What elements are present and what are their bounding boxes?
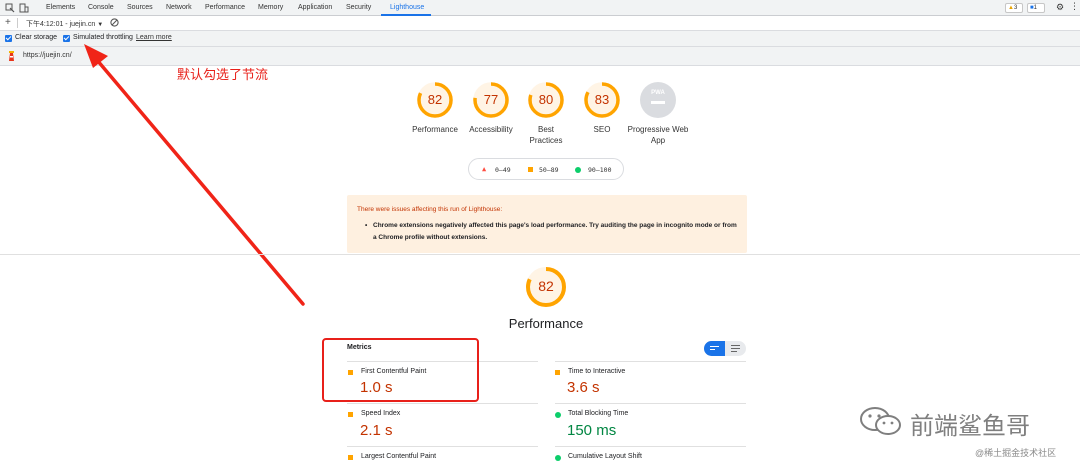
category-gauge[interactable]: PWA Progressive Web App: [628, 81, 688, 146]
average-square-icon: [528, 167, 533, 172]
compact-view-button[interactable]: [704, 341, 725, 356]
metric-tti-value: 3.6 s: [567, 379, 600, 396]
metric-divider: [347, 446, 538, 447]
pwa-badge-icon: [640, 82, 676, 118]
watermark-site: @稀土掘金技术社区: [975, 448, 1057, 458]
gauge-label: Progressive Web App: [627, 125, 689, 145]
metric-divider: [555, 403, 746, 404]
warning-item: • Chrome extensions negatively affected …: [365, 220, 739, 244]
average-square-icon: [555, 370, 560, 375]
metric-divider: [555, 446, 746, 447]
performance-score: 82: [538, 278, 554, 294]
bullet: •: [365, 222, 368, 229]
metric-divider: [347, 403, 538, 404]
metric-si-value: 2.1 s: [360, 422, 393, 439]
pass-circle-icon: [575, 167, 581, 173]
category-gauge[interactable]: 80 Best Practices: [516, 81, 576, 146]
average-square-icon: [348, 455, 353, 460]
pass-circle-icon: [555, 455, 561, 461]
gauge-ring: 77: [472, 81, 510, 119]
performance-gauge: 82: [525, 266, 567, 308]
wechat-logo-icon: [860, 407, 901, 435]
category-gauge[interactable]: 77 Accessibility: [461, 81, 521, 135]
average-square-icon: [348, 412, 353, 417]
section-divider: [0, 254, 1080, 255]
expanded-view-button[interactable]: [725, 341, 746, 356]
legend-high: 90–100: [588, 166, 612, 174]
metric-tbt-value: 150 ms: [567, 422, 617, 439]
metric-divider: [555, 361, 746, 362]
gauge-ring: 80: [527, 81, 565, 119]
gauge-score: 82: [427, 92, 443, 107]
watermark-brand: 前端鲨鱼哥: [910, 412, 1030, 440]
pass-circle-icon: [555, 412, 561, 418]
metrics-view-toggle[interactable]: [704, 341, 746, 356]
runtime-warning-box: There were issues affecting this run of …: [347, 195, 747, 253]
legend-mid: 50–89: [539, 166, 559, 174]
list-compact-icon: [710, 346, 719, 350]
score-legend: ▲ 0–49 50–89 90–100: [468, 158, 624, 180]
gauge-ring: 83: [583, 81, 621, 119]
highlight-box: [322, 338, 479, 402]
pwa-badge-text: PWA: [651, 90, 665, 96]
metric-tbt-label: Total Blocking Time: [568, 410, 629, 417]
gauge-score: 80: [538, 92, 554, 107]
gauge-ring: 82: [416, 81, 454, 119]
performance-title: Performance: [508, 316, 584, 331]
legend-low: 0–49: [495, 166, 511, 174]
metric-tti-label: Time to Interactive: [568, 368, 626, 375]
warning-item-text: Chrome extensions negatively affected th…: [373, 222, 737, 241]
gauge-score: 77: [483, 92, 499, 107]
metric-lcp-label: Largest Contentful Paint: [361, 453, 437, 460]
metric-si-label: Speed Index: [361, 410, 401, 417]
gauge-ring: PWA: [639, 81, 677, 119]
wechat-watermark: 前端鲨鱼哥: [850, 400, 1070, 440]
fail-triangle-icon: ▲: [482, 165, 487, 173]
warning-title: There were issues affecting this run of …: [357, 206, 503, 213]
list-expanded-icon: [731, 345, 740, 352]
gauge-score: 83: [594, 92, 610, 107]
metric-cls-label: Cumulative Layout Shift: [568, 453, 642, 460]
